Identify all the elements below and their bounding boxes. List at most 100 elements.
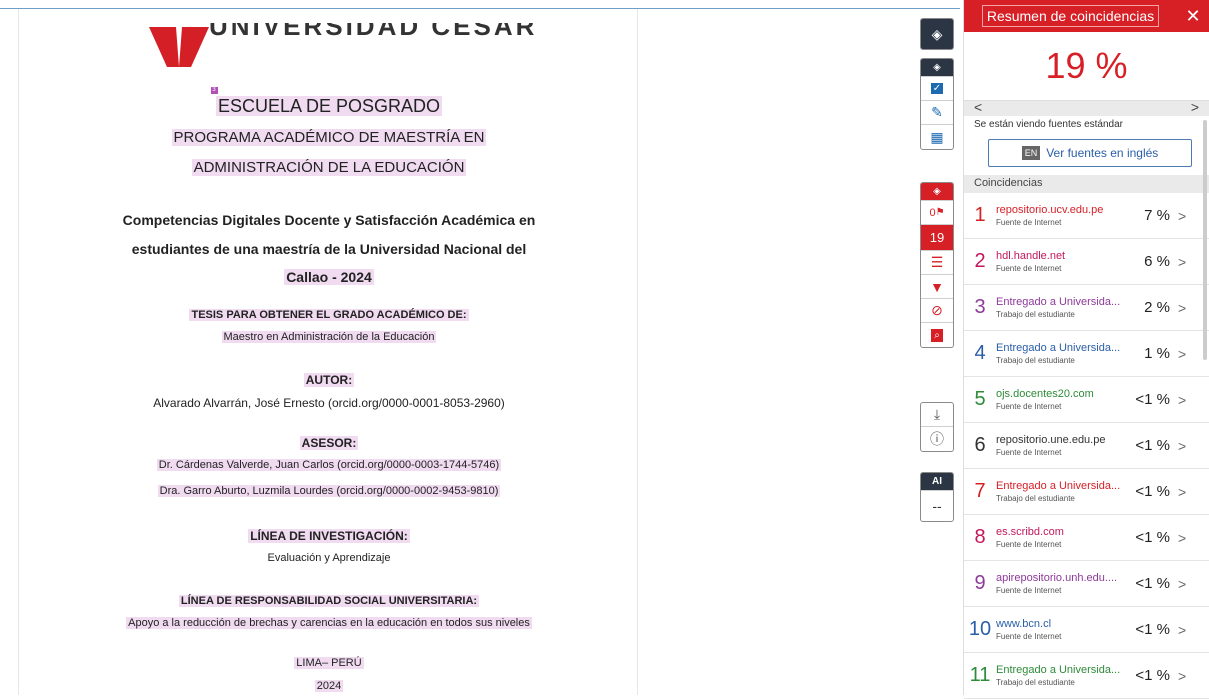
match-row[interactable]: 5 ojs.docentes20.com Fuente de Internet <1 … xyxy=(964,377,1209,423)
flag-button[interactable]: 0 ⚑ xyxy=(921,201,953,225)
document-viewer[interactable]: UNIVERSIDAD CÉSAR VALLEJO 3 ESCUELA DE P… xyxy=(0,9,900,695)
match-info: repositorio.ucv.edu.pe Fuente de Internet xyxy=(996,204,1126,227)
block-icon: ⊘ xyxy=(931,302,943,318)
download-group: ⤓ ⓘ xyxy=(920,402,954,452)
match-row[interactable]: 7 Entregado a Universida... Trabajo del es… xyxy=(964,469,1209,515)
match-info: ojs.docentes20.com Fuente de Internet xyxy=(996,388,1126,411)
match-number: 4 xyxy=(974,342,986,364)
doc-asesor-2: Dra. Garro Aburto, Luzmila Lourdes (orci… xyxy=(157,485,501,497)
tools-group: ◈ ✓ ✎ ▦ xyxy=(920,58,954,150)
doc-escuela: ESCUELA DE POSGRADO xyxy=(215,96,443,116)
check-icon: ✓ xyxy=(930,83,944,94)
doc-title-3: Callao - 2024 xyxy=(284,269,374,285)
chevron-right-icon[interactable]: > xyxy=(1178,300,1192,316)
match-list: 1 repositorio.ucv.edu.pe Fuente de Interne… xyxy=(964,193,1209,699)
match-source: Entregado a Universida... xyxy=(996,296,1121,308)
doc-rsu-label: LÍNEA DE RESPONSABILIDAD SOCIAL UNIVERSI… xyxy=(178,595,480,607)
chevron-right-icon[interactable]: > xyxy=(1178,254,1192,270)
match-source: hdl.handle.net xyxy=(996,250,1066,262)
chevron-right-icon[interactable]: > xyxy=(1178,622,1192,638)
match-type: Trabajo del estudiante xyxy=(996,494,1075,503)
match-source: es.scribd.com xyxy=(996,526,1064,538)
match-row[interactable]: 1 repositorio.ucv.edu.pe Fuente de Interne… xyxy=(964,193,1209,239)
doc-autor-label: AUTOR: xyxy=(303,373,355,387)
panel-scrollbar[interactable] xyxy=(1203,120,1207,360)
match-percent: 7 % xyxy=(1144,207,1170,224)
search-doc-icon: ⌕ xyxy=(931,328,943,342)
match-number: 3 xyxy=(974,296,986,318)
match-type: Fuente de Internet xyxy=(996,264,1062,273)
match-type: Fuente de Internet xyxy=(996,218,1062,227)
chevron-right-icon[interactable]: > xyxy=(1191,99,1199,115)
doc-title-2: estudiantes de una maestría de la Univer… xyxy=(131,241,527,257)
chevron-right-icon[interactable]: > xyxy=(1178,438,1192,454)
download-button[interactable]: ⤓ xyxy=(921,403,953,427)
match-row[interactable]: 10 www.bcn.cl Fuente de Internet <1 % > xyxy=(964,607,1209,653)
chevron-right-icon[interactable]: > xyxy=(1178,668,1192,684)
layer-toggle-button[interactable]: ◈ xyxy=(921,59,953,77)
filter-icon: ▼ xyxy=(930,278,944,295)
search-source-button[interactable]: ⌕ xyxy=(921,323,953,347)
edit-button[interactable]: ✎ xyxy=(921,101,953,125)
match-row[interactable]: 2 hdl.handle.net Fuente de Internet 6 % > xyxy=(964,239,1209,285)
info-button[interactable]: ⓘ xyxy=(921,427,953,451)
panel-title: Resumen de coincidencias xyxy=(964,5,1177,27)
download-icon: ⤓ xyxy=(933,406,941,422)
exclude-button[interactable]: ⊘ xyxy=(921,299,953,323)
similarity-percent: 19 % xyxy=(1045,45,1128,86)
match-row[interactable]: 11 Entregado a Universida... Trabajo del e… xyxy=(964,653,1209,699)
doc-programa-2: ADMINISTRACIÓN DE LA EDUCACIÓN xyxy=(191,159,467,176)
sort-button[interactable]: ☰ xyxy=(921,251,953,275)
match-source: ojs.docentes20.com xyxy=(996,388,1094,400)
doc-title-1: Competencias Digitales Docente y Satisfa… xyxy=(122,212,536,228)
grid-icon: ▦ xyxy=(930,128,944,145)
match-type: Trabajo del estudiante xyxy=(996,356,1075,365)
doc-autor: Alvarado Alvarrán, José Ernesto (orcid.o… xyxy=(153,396,505,410)
match-number: 10 xyxy=(968,618,992,640)
layers-button[interactable]: ◈ xyxy=(921,19,953,49)
chevron-right-icon[interactable]: > xyxy=(1178,484,1192,500)
doc-rsu: Apoyo a la reducción de brechas y carenc… xyxy=(126,617,532,629)
chevron-right-icon[interactable]: > xyxy=(1178,576,1192,592)
grid-button[interactable]: ▦ xyxy=(921,125,953,149)
match-row[interactable]: 4 Entregado a Universida... Trabajo del es… xyxy=(964,331,1209,377)
match-info: Entregado a Universida... Trabajo del est… xyxy=(996,296,1126,319)
layers-group: ◈ xyxy=(920,18,954,50)
match-type: Trabajo del estudiante xyxy=(996,678,1075,687)
match-count-button[interactable]: 19 xyxy=(921,225,953,251)
similarity-layer-button[interactable]: ◈ xyxy=(921,183,953,201)
layers-red-icon: ◈ xyxy=(933,186,941,197)
match-percent: <1 % xyxy=(1135,667,1170,684)
grade-button[interactable]: ✓ xyxy=(921,77,953,101)
match-row[interactable]: 8 es.scribd.com Fuente de Internet <1 % > xyxy=(964,515,1209,561)
match-marker[interactable]: 3 xyxy=(19,87,639,96)
chevron-left-icon[interactable]: < xyxy=(974,99,982,115)
doc-programa-1: PROGRAMA ACADÉMICO DE MAESTRÍA EN xyxy=(171,129,487,146)
match-percent: <1 % xyxy=(1135,391,1170,408)
doc-linea: Evaluación y Aprendizaje xyxy=(267,552,391,564)
match-source: repositorio.ucv.edu.pe xyxy=(996,204,1104,216)
match-row[interactable]: 3 Entregado a Universida... Trabajo del es… xyxy=(964,285,1209,331)
chevron-right-icon[interactable]: > xyxy=(1178,530,1192,546)
match-type: Fuente de Internet xyxy=(996,448,1062,457)
doc-lugar: LIMA– PERÚ xyxy=(294,657,364,669)
match-percent: 1 % xyxy=(1144,345,1170,362)
sort-icon: ☰ xyxy=(930,254,944,270)
doc-tesis-label: TESIS PARA OBTENER EL GRADO ACADÉMICO DE… xyxy=(189,309,469,321)
chevron-right-icon[interactable]: > xyxy=(1178,392,1192,408)
ai-button[interactable]: AI xyxy=(921,473,953,491)
university-logo xyxy=(149,27,209,67)
filter-button[interactable]: ▼ xyxy=(921,275,953,299)
doc-grado: Maestro en Administración de la Educació… xyxy=(221,331,437,343)
match-info: www.bcn.cl Fuente de Internet xyxy=(996,618,1126,641)
chevron-right-icon[interactable]: > xyxy=(1178,346,1192,362)
matches-header: Coincidencias xyxy=(964,175,1209,193)
match-row[interactable]: 9 apirepositorio.unh.edu.... Fuente de Int… xyxy=(964,561,1209,607)
match-info: apirepositorio.unh.edu.... Fuente de Inte… xyxy=(996,572,1126,595)
match-row[interactable]: 6 repositorio.une.edu.pe Fuente de Interne… xyxy=(964,423,1209,469)
match-info: Entregado a Universida... Trabajo del est… xyxy=(996,664,1126,687)
doc-anio: 2024 xyxy=(314,680,344,692)
close-icon[interactable]: ✕ xyxy=(1177,6,1209,27)
chevron-right-icon[interactable]: > xyxy=(1178,208,1192,224)
english-sources-button[interactable]: EN Ver fuentes en inglés xyxy=(988,139,1192,167)
